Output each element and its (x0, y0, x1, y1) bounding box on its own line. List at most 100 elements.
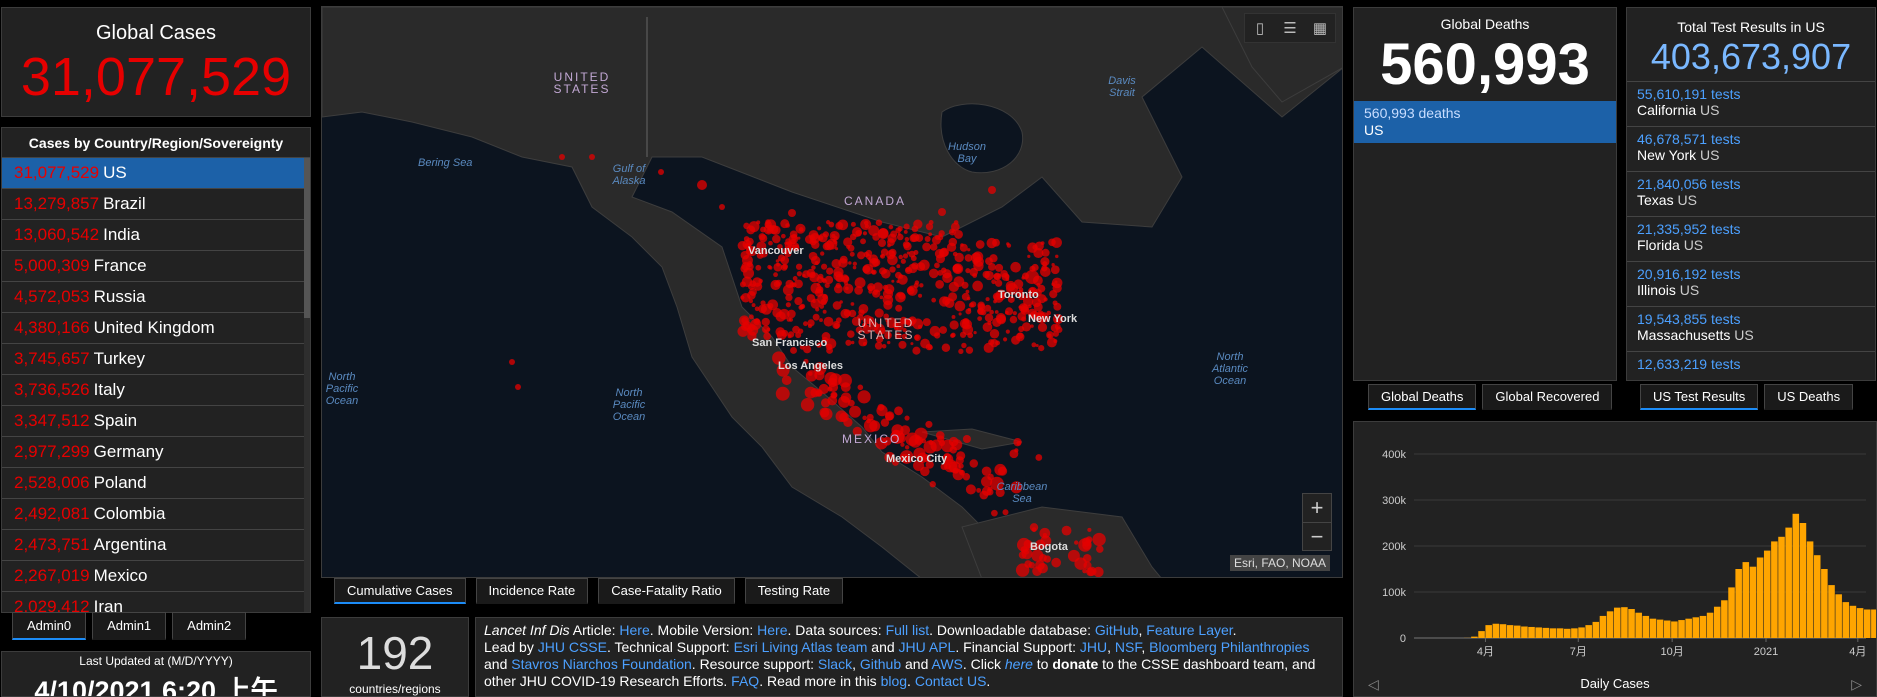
donate-here-link[interactable]: here (1005, 656, 1033, 672)
case-bubble (857, 390, 871, 404)
list-item[interactable]: 46,678,571 tests New York US (1627, 126, 1875, 171)
case-bubble (1082, 541, 1092, 550)
global-cases-value: 31,077,529 (20, 47, 292, 107)
tab-global-recovered[interactable]: Global Recovered (1482, 384, 1613, 410)
list-item[interactable]: 3,347,512 Spain (2, 406, 306, 437)
faq-link[interactable]: FAQ (731, 673, 759, 689)
case-bubble (816, 283, 820, 287)
case-bubble (872, 282, 883, 293)
list-item[interactable]: 4,380,166 United Kingdom (2, 313, 306, 344)
full-list-link[interactable]: Full list (886, 622, 930, 638)
list-item[interactable]: 20,916,192 tests Illinois US (1627, 261, 1875, 306)
daily-cases-chart[interactable]: 0 100k 200k 300k 400k 4月 7月 10月 2021 4月 (1354, 422, 1876, 672)
tab-us-test-results[interactable]: US Test Results (1640, 384, 1759, 410)
case-bubble (896, 264, 901, 269)
list-item[interactable]: 3,736,526 Italy (2, 375, 306, 406)
mobile-version-link[interactable]: Here (757, 622, 787, 638)
state: Illinois (1637, 282, 1676, 298)
case-bubble (849, 405, 862, 418)
case-bubble (928, 439, 934, 445)
contact-us-link[interactable]: Contact US (915, 673, 987, 689)
info-text: . Technical Support: (606, 639, 734, 655)
jhu-apl-link[interactable]: JHU APL (899, 639, 956, 655)
chart-next-icon[interactable]: ▷ (1851, 672, 1862, 696)
tab-case-fatality-ratio[interactable]: Case-Fatality Ratio (598, 578, 735, 604)
aws-link[interactable]: AWS (932, 656, 963, 672)
chart-bar (1828, 585, 1835, 638)
list-item[interactable]: 2,473,751 Argentina (2, 530, 306, 561)
list-icon[interactable]: ☰ (1275, 14, 1305, 42)
niarchos-link[interactable]: Stavros Niarchos Foundation (511, 656, 692, 672)
list-item[interactable]: 2,267,019 Mexico (2, 561, 306, 592)
list-item[interactable]: 5,000,309 France (2, 251, 306, 282)
case-bubble (952, 251, 958, 257)
case-bubble (743, 267, 755, 279)
case-bubble (756, 220, 761, 225)
jhu-csse-link[interactable]: JHU CSSE (538, 639, 607, 655)
feature-layer-link[interactable]: Feature Layer (1146, 622, 1232, 638)
bookmark-icon[interactable]: ▯ (1245, 14, 1275, 42)
zoom-in-button[interactable]: + (1303, 494, 1331, 522)
tab-admin2[interactable]: Admin2 (172, 612, 247, 640)
tab-us-deaths[interactable]: US Deaths (1764, 384, 1854, 410)
bloomberg-link[interactable]: Bloomberg Philanthropies (1149, 639, 1309, 655)
list-item[interactable]: 55,610,191 tests California US (1627, 81, 1875, 126)
case-bubble (559, 154, 565, 160)
case-bubble (902, 241, 910, 249)
list-item[interactable]: 13,279,857 Brazil (2, 189, 306, 220)
us-tests-value: 403,673,907 (1650, 36, 1852, 77)
chart-bar (1535, 627, 1542, 638)
map-canvas[interactable] (322, 7, 1343, 578)
slack-link[interactable]: Slack (818, 656, 852, 672)
article-link[interactable]: Here (619, 622, 649, 638)
test-count: 46,678,571 tests (1637, 131, 1741, 147)
list-item[interactable]: 2,977,299 Germany (2, 437, 306, 468)
case-bubble (743, 222, 750, 230)
list-item[interactable]: 2,528,006 Poland (2, 468, 306, 499)
list-item[interactable]: 3,745,657 Turkey (2, 344, 306, 375)
case-bubble (881, 343, 887, 349)
case-bubble (849, 233, 857, 241)
countries-count-panel: 192 countries/regions (321, 617, 469, 697)
scrollbar-thumb[interactable] (304, 158, 310, 318)
case-bubble (819, 407, 830, 418)
case-bubble (1004, 310, 1009, 315)
list-item[interactable]: 21,335,952 tests Florida US (1627, 216, 1875, 261)
tab-incidence-rate[interactable]: Incidence Rate (475, 578, 589, 604)
basemap-grid-icon[interactable]: ▦ (1305, 14, 1335, 42)
tab-admin1[interactable]: Admin1 (92, 612, 167, 640)
list-item[interactable]: 19,543,855 tests Massachusetts US (1627, 306, 1875, 351)
list-item[interactable]: 31,077,529 US (2, 158, 306, 189)
case-count: 2,473,751 (14, 535, 90, 554)
list-item[interactable]: 21,840,056 tests Texas US (1627, 171, 1875, 216)
list-item[interactable]: 560,993 deaths US (1354, 101, 1616, 143)
nsf-link[interactable]: NSF (1115, 639, 1141, 655)
github-link[interactable]: GitHub (1095, 622, 1139, 638)
list-item[interactable]: 13,060,542 India (2, 220, 306, 251)
tab-admin0[interactable]: Admin0 (12, 612, 87, 640)
blog-link[interactable]: blog (881, 673, 907, 689)
map-label-san-francisco: San Francisco (752, 337, 828, 349)
esri-team-link[interactable]: Esri Living Atlas team (734, 639, 868, 655)
list-item[interactable]: 2,492,081 Colombia (2, 499, 306, 530)
global-deaths-panel: Global Deaths 560,993 560,993 deaths US (1353, 7, 1617, 381)
chart-bar (1599, 615, 1607, 638)
jhu-link[interactable]: JHU (1080, 639, 1107, 655)
tab-testing-rate[interactable]: Testing Rate (744, 578, 844, 604)
chart-bar (1713, 606, 1721, 638)
tab-cumulative-cases[interactable]: Cumulative Cases (334, 578, 466, 604)
list-item[interactable]: 12,633,219 tests (1627, 351, 1875, 380)
tab-global-deaths[interactable]: Global Deaths (1368, 384, 1477, 410)
github2-link[interactable]: Github (860, 656, 901, 672)
list-scrollbar[interactable] (304, 158, 310, 612)
case-bubble (941, 343, 951, 352)
list-item[interactable]: 2,029,412 Iran (2, 592, 306, 612)
case-bubble (1050, 265, 1060, 275)
case-bubble (765, 219, 771, 225)
case-bubble (739, 281, 746, 288)
zoom-out-button[interactable]: − (1303, 522, 1331, 550)
chart-prev-icon[interactable]: ◁ (1368, 672, 1379, 696)
list-item[interactable]: 4,572,053 Russia (2, 282, 306, 313)
case-bubble (820, 251, 825, 256)
map-view[interactable]: Bering Sea Gulf of Alaska Hudson Bay Dav… (321, 6, 1343, 578)
